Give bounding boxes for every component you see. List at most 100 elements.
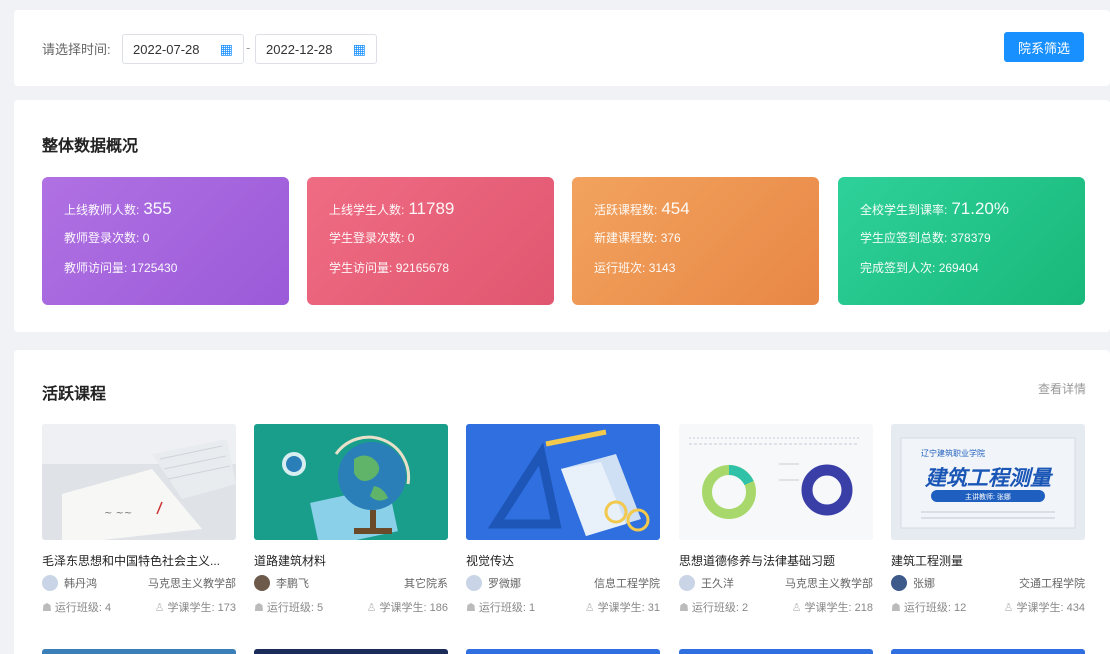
course-thumbnail bbox=[679, 424, 873, 540]
students-icon: ♙ bbox=[366, 602, 377, 614]
active-courses-title: 活跃课程 bbox=[42, 386, 107, 403]
course-title: 建筑工程测量 bbox=[891, 554, 964, 568]
stat-value: 92165678 bbox=[395, 261, 450, 275]
course-thumbnail[interactable] bbox=[679, 649, 873, 654]
attendance-stats-card: 全校学生到课率: 71.20% 学生应签到总数: 378379 完成签到人次: 2… bbox=[838, 177, 1085, 305]
course-card[interactable]: 视觉传达 罗微娜 信息工程学院 ☗ 运行班级: 1 ♙ 学课学生: 31 bbox=[466, 424, 660, 615]
students-icon: ♙ bbox=[1003, 602, 1014, 614]
stat-label: 学生应签到总数: bbox=[860, 231, 948, 245]
date-separator: - bbox=[246, 40, 251, 55]
stat-value: 11789 bbox=[408, 199, 455, 218]
students-icon: ♙ bbox=[584, 602, 595, 614]
stat-label: 完成签到人次: bbox=[860, 261, 936, 275]
class-icon: ☗ bbox=[466, 602, 476, 614]
stat-value: 71.20% bbox=[951, 199, 1010, 218]
course-thumbnail[interactable] bbox=[466, 649, 660, 654]
avatar bbox=[42, 575, 58, 591]
active-courses-section: 活跃课程 查看详情 ~ ~~ 毛泽东思想和中国特色社会主义... 韩丹鸿 马克思… bbox=[14, 350, 1110, 654]
class-icon: ☗ bbox=[679, 602, 689, 614]
course-card[interactable]: 辽宁建筑职业学院 建筑工程测量 主讲教师: 张娜 建筑工程测量 张娜 交通工程学… bbox=[891, 424, 1085, 615]
avatar bbox=[466, 575, 482, 591]
course-thumbnail bbox=[466, 424, 660, 540]
avatar bbox=[891, 575, 907, 591]
running-classes: 运行班级: 4 bbox=[54, 602, 112, 614]
stat-value: 454 bbox=[661, 199, 690, 218]
enrolled-students: 学课学生: 186 bbox=[379, 602, 448, 614]
stat-value: 355 bbox=[143, 199, 172, 218]
course-thumbnail: 辽宁建筑职业学院 建筑工程测量 主讲教师: 张娜 bbox=[891, 424, 1085, 540]
course-thumbnail[interactable] bbox=[891, 649, 1085, 654]
stat-label: 上线学生人数: bbox=[329, 203, 405, 217]
stat-value: 0 bbox=[407, 231, 415, 245]
stat-label: 新建课程数: bbox=[594, 231, 658, 245]
teacher-name: 罗微娜 bbox=[488, 578, 521, 590]
start-date-input[interactable]: 2022-07-28 ▦ bbox=[122, 34, 244, 64]
stat-label: 活跃课程数: bbox=[594, 203, 658, 217]
start-date-value: 2022-07-28 bbox=[133, 41, 200, 57]
students-icon: ♙ bbox=[154, 602, 165, 614]
teacher-name: 王久洋 bbox=[701, 578, 734, 590]
department-filter-button[interactable]: 院系筛选 bbox=[1004, 32, 1084, 62]
thumbnail-teacher: 主讲教师: 张娜 bbox=[965, 494, 1011, 501]
department-name: 交通工程学院 bbox=[1019, 578, 1085, 590]
calendar-icon: ▦ bbox=[352, 40, 366, 57]
course-card[interactable]: ~ ~~ 毛泽东思想和中国特色社会主义... 韩丹鸿 马克思主义教学部 ☗ 运行班… bbox=[42, 424, 236, 615]
stat-value: 1725430 bbox=[130, 261, 178, 275]
running-classes: 运行班级: 2 bbox=[691, 602, 749, 614]
course-thumbnail[interactable] bbox=[254, 649, 448, 654]
course-title: 道路建筑材料 bbox=[254, 554, 327, 568]
svg-text:~ ~~: ~ ~~ bbox=[104, 508, 132, 519]
running-classes: 运行班级: 5 bbox=[266, 602, 324, 614]
avatar bbox=[254, 575, 270, 591]
course-card[interactable]: 思想道德修养与法律基础习题 王久洋 马克思主义教学部 ☗ 运行班级: 2 ♙ 学课学… bbox=[679, 424, 873, 615]
view-details-link[interactable]: 查看详情 bbox=[1038, 380, 1086, 397]
stat-value: 3143 bbox=[648, 261, 676, 275]
enrolled-students: 学课学生: 31 bbox=[597, 602, 660, 614]
course-stats-card: 活跃课程数: 454 新建课程数: 376 运行班次: 3143 bbox=[572, 177, 819, 305]
teacher-name: 韩丹鸿 bbox=[64, 578, 97, 590]
course-title: 毛泽东思想和中国特色社会主义... bbox=[42, 554, 221, 568]
class-icon: ☗ bbox=[254, 602, 264, 614]
avatar bbox=[679, 575, 695, 591]
stat-label: 上线教师人数: bbox=[64, 203, 140, 217]
course-title: 视觉传达 bbox=[466, 554, 515, 568]
running-classes: 运行班级: 1 bbox=[478, 602, 536, 614]
department-name: 信息工程学院 bbox=[594, 578, 660, 590]
course-thumbnail: ~ ~~ bbox=[42, 424, 236, 540]
teacher-name: 李鹏飞 bbox=[276, 578, 309, 590]
thumbnail-school-name: 辽宁建筑职业学院 bbox=[921, 449, 985, 458]
enrolled-students: 学课学生: 434 bbox=[1016, 602, 1085, 614]
calendar-icon: ▦ bbox=[219, 40, 233, 57]
thumbnail-course-title: 建筑工程测量 bbox=[925, 467, 1051, 490]
department-name: 其它院系 bbox=[404, 578, 448, 590]
student-stats-card: 上线学生人数: 11789 学生登录次数: 0 学生访问量: 92165678 bbox=[307, 177, 554, 305]
class-icon: ☗ bbox=[42, 602, 52, 614]
date-filter-label: 请选择时间: bbox=[42, 42, 111, 57]
enrolled-students: 学课学生: 218 bbox=[804, 602, 873, 614]
end-date-input[interactable]: 2022-12-28 ▦ bbox=[255, 34, 377, 64]
overview-title: 整体数据概况 bbox=[42, 138, 139, 155]
stat-label: 学生访问量: bbox=[329, 261, 393, 275]
stat-value: 378379 bbox=[950, 231, 991, 245]
teacher-stats-card: 上线教师人数: 355 教师登录次数: 0 教师访问量: 1725430 bbox=[42, 177, 289, 305]
stat-label: 学生登录次数: bbox=[329, 231, 405, 245]
running-classes: 运行班级: 12 bbox=[903, 602, 967, 614]
teacher-name: 张娜 bbox=[913, 578, 935, 590]
stat-label: 运行班次: bbox=[594, 261, 646, 275]
stat-value: 376 bbox=[660, 231, 681, 245]
stat-value: 269404 bbox=[938, 261, 979, 275]
department-name: 马克思主义教学部 bbox=[785, 578, 873, 590]
enrolled-students: 学课学生: 173 bbox=[167, 602, 236, 614]
stat-label: 教师访问量: bbox=[64, 261, 128, 275]
students-icon: ♙ bbox=[791, 602, 802, 614]
class-icon: ☗ bbox=[891, 602, 901, 614]
stat-label: 教师登录次数: bbox=[64, 231, 140, 245]
course-card[interactable]: 道路建筑材料 李鹏飞 其它院系 ☗ 运行班级: 5 ♙ 学课学生: 186 bbox=[254, 424, 448, 615]
department-name: 马克思主义教学部 bbox=[148, 578, 236, 590]
stat-value: 0 bbox=[142, 231, 150, 245]
course-thumbnail[interactable] bbox=[42, 649, 236, 654]
course-title: 思想道德修养与法律基础习题 bbox=[679, 554, 836, 568]
filter-bar: 请选择时间: 2022-07-28 ▦ - 2022-12-28 ▦ 院系筛选 bbox=[14, 10, 1110, 86]
end-date-value: 2022-12-28 bbox=[266, 41, 333, 57]
stat-label: 全校学生到课率: bbox=[860, 203, 948, 217]
